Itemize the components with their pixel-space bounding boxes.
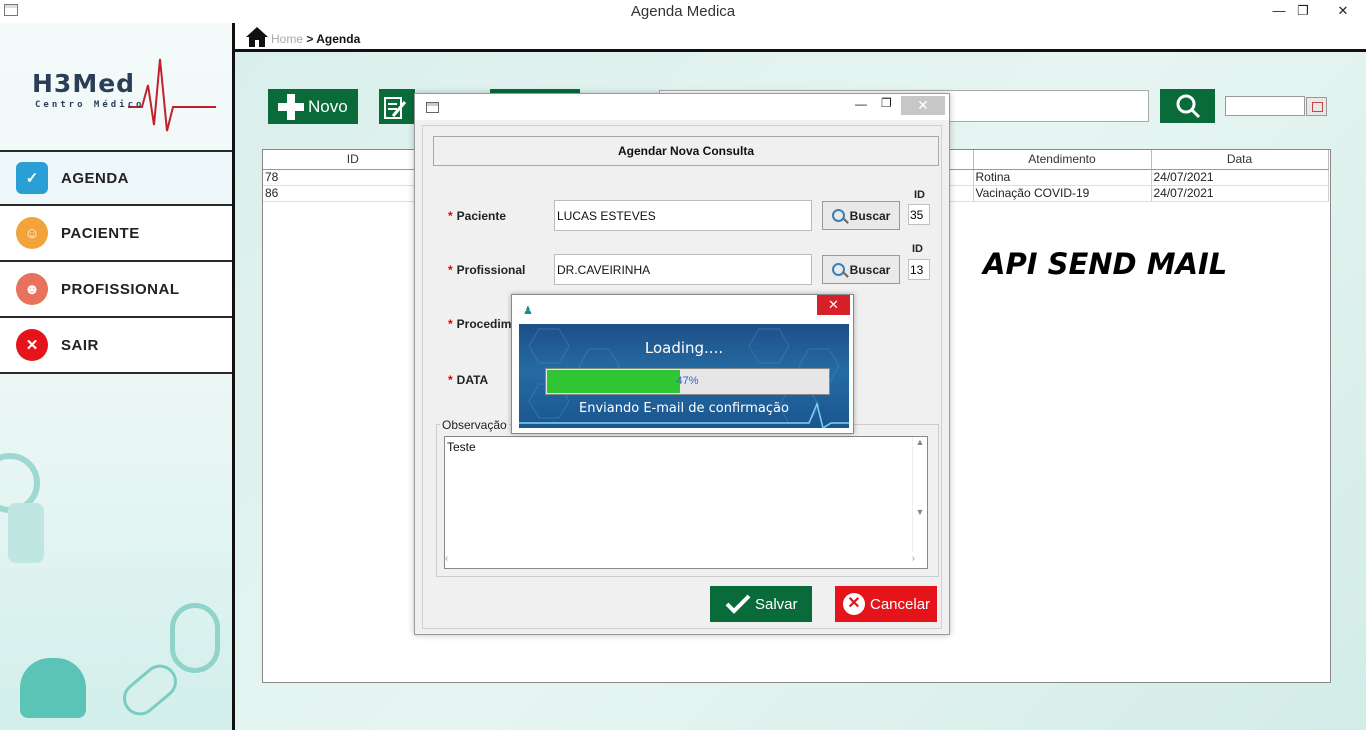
calendar-picker-icon[interactable] — [1306, 97, 1327, 116]
paciente-id-label: ID — [914, 189, 925, 201]
novo-button-label: Novo — [308, 96, 348, 116]
loading-message: Enviando E-mail de confirmação — [579, 401, 789, 416]
sidebar: H3Med Centro Médico ✓ AGENDA ☺ PACIENTE … — [0, 23, 232, 730]
search-icon — [831, 209, 845, 222]
sidebar-item-sair[interactable]: ✕ SAIR — [0, 318, 232, 374]
sidebar-item-label: SAIR — [61, 336, 99, 354]
breadcrumb: Home > Agenda — [235, 23, 1366, 52]
loading-panel: Loading.... 47% Enviando E-mail de confi… — [519, 324, 849, 428]
close-window-button[interactable]: ✕ — [1320, 0, 1366, 23]
sanitizer-bottle-icon — [8, 503, 44, 563]
user-icon: ♟ — [523, 305, 533, 317]
breadcrumb-current: Agenda — [316, 32, 361, 46]
novo-button[interactable]: Novo — [268, 89, 358, 124]
window-title: Agenda Medica — [630, 3, 736, 20]
window-titlebar: Agenda Medica — ❐ ✕ — [0, 0, 1366, 23]
sidebar-item-paciente[interactable]: ☺ PACIENTE — [0, 206, 232, 262]
cell-atendimento: Rotina — [973, 169, 1152, 186]
paciente-id-field[interactable]: 35 — [908, 204, 930, 225]
profissional-label: * Profissional — [448, 263, 526, 277]
check-icon — [725, 594, 751, 614]
dialog-maximize-button[interactable]: ❐ — [881, 96, 892, 110]
date-input[interactable] — [1225, 96, 1305, 116]
dialog-titlebar: — ❐ ✕ — [415, 94, 949, 120]
logo-subtitle: Centro Médico — [35, 100, 145, 110]
edit-button[interactable] — [379, 89, 415, 124]
cell-atendimento: Vacinação COVID-19 — [973, 185, 1152, 202]
loading-percent: 47% — [676, 375, 699, 387]
patient-icon: ☺ — [16, 217, 48, 249]
procedimento-label: * Procedim — [448, 317, 512, 331]
loading-progress-bar: 47% — [545, 368, 830, 395]
pill-decoration-icon — [116, 657, 184, 723]
edit-note-icon — [384, 96, 407, 119]
paciente-field[interactable]: LUCAS ESTEVES — [554, 200, 812, 231]
breadcrumb-home[interactable]: Home — [271, 32, 303, 46]
dialog-window-icon — [426, 102, 439, 113]
buscar-profissional-button[interactable]: Buscar — [822, 255, 900, 284]
sidebar-nav: ✓ AGENDA ☺ PACIENTE ☻ PROFISSIONAL ✕ SAI… — [0, 150, 232, 374]
buscar-paciente-button[interactable]: Buscar — [822, 201, 900, 230]
vertical-scrollbar[interactable]: ▲ ▼ — [912, 437, 927, 552]
horizontal-scrollbar[interactable]: ‹ › — [445, 553, 915, 568]
sidebar-item-agenda[interactable]: ✓ AGENDA — [0, 150, 232, 206]
loading-popup: ♟ ✕ Loading.... 47% Enviando E-mail de c… — [511, 294, 854, 434]
salvar-button-label: Salvar — [755, 595, 798, 613]
profissional-id-field[interactable]: 13 — [908, 259, 930, 280]
profissional-id-label: ID — [912, 243, 923, 255]
search-icon — [831, 263, 845, 276]
sidebar-item-label: PACIENTE — [61, 224, 140, 242]
cell-data: 24/07/2021 — [1151, 169, 1329, 186]
home-icon[interactable] — [245, 26, 269, 48]
api-send-mail-label: API SEND MAIL — [983, 247, 1228, 281]
column-header-data[interactable]: Data — [1151, 150, 1329, 170]
dialog-minimize-button[interactable]: — — [855, 97, 867, 111]
search-button[interactable] — [1160, 89, 1215, 123]
sidebar-item-label: PROFISSIONAL — [61, 280, 180, 298]
breadcrumb-separator: > — [303, 32, 317, 46]
sidebar-item-profissional[interactable]: ☻ PROFISSIONAL — [0, 262, 232, 318]
paciente-label: * Paciente — [448, 209, 507, 223]
search-icon — [1176, 94, 1200, 119]
cancelar-button-label: Cancelar — [870, 595, 931, 613]
dialog-header: Agendar Nova Consulta — [433, 136, 939, 166]
logo-brand: H3Med — [32, 69, 136, 98]
exit-x-icon: ✕ — [16, 329, 48, 361]
h3med-logo: H3Med Centro Médico — [30, 55, 220, 145]
loading-title: Loading.... — [644, 339, 724, 357]
heart-decoration-icon — [20, 658, 86, 718]
cancel-x-icon: ✕ — [843, 593, 865, 615]
column-header-atendimento[interactable]: Atendimento — [973, 150, 1152, 170]
observacao-textarea[interactable]: Teste ▲ ▼ ‹ › — [444, 436, 928, 569]
calendar-clipboard-icon: ✓ — [16, 162, 48, 194]
sidebar-item-label: AGENDA — [61, 169, 130, 187]
stethoscope-decoration-icon — [170, 603, 220, 673]
cell-data: 24/07/2021 — [1151, 185, 1329, 202]
observacao-label: Observação — [440, 418, 509, 432]
plus-icon — [278, 93, 304, 120]
doctor-icon: ☻ — [16, 273, 48, 305]
loading-close-button[interactable]: ✕ — [817, 295, 850, 315]
observacao-text: Teste — [447, 440, 476, 454]
data-label: * DATA — [448, 373, 489, 387]
cancelar-button[interactable]: ✕ Cancelar — [835, 586, 937, 622]
salvar-button[interactable]: Salvar — [710, 586, 812, 622]
profissional-field[interactable]: DR.CAVEIRINHA — [554, 254, 812, 285]
dialog-close-button[interactable]: ✕ — [901, 96, 945, 115]
